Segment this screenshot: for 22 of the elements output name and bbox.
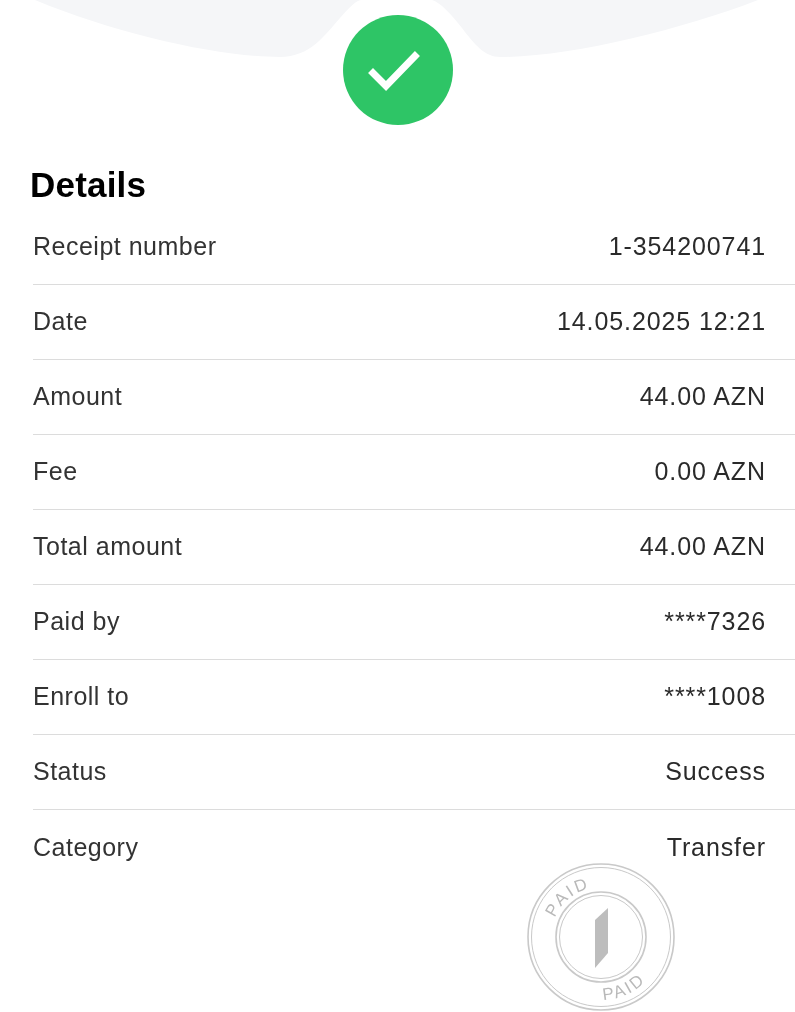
detail-label: Fee [33,456,78,488]
detail-value: Transfer [666,831,766,863]
detail-value: ****7326 [664,606,766,638]
detail-value: 44.00 AZN [639,381,766,413]
detail-value: ****1008 [664,681,766,713]
detail-label: Paid by [33,606,120,638]
stamp-text: PAID [601,969,650,1005]
detail-label: Category [33,831,139,863]
detail-value: 14.05.2025 12:21 [556,306,766,338]
detail-label: Amount [33,381,123,413]
detail-label: Status [33,756,107,788]
detail-value: Success [665,756,766,788]
check-circle-icon [342,15,453,125]
detail-label: Total amount [33,531,183,563]
detail-label: Date [33,306,88,338]
detail-label: Enroll to [33,681,130,713]
stamp-emblem-icon [595,908,608,968]
detail-value: 0.00 AZN [654,456,766,488]
details-heading: Details [30,164,148,206]
detail-label: Receipt number [33,231,217,263]
detail-value: 44.00 AZN [639,531,766,563]
detail-value: 1-354200741 [608,231,766,263]
